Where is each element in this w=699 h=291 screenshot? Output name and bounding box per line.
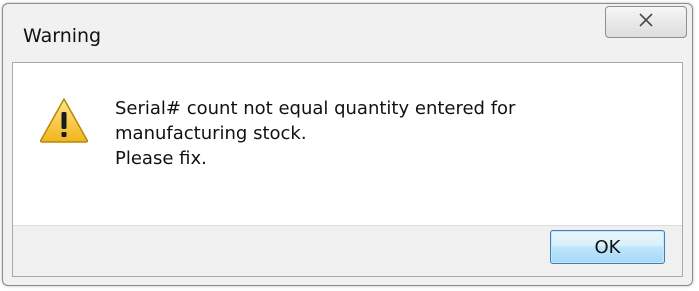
close-button[interactable] [605, 6, 687, 38]
message-area: Serial# count not equal quantity entered… [13, 63, 682, 225]
warning-dialog: Warning Serial# count not equal quantity… [2, 3, 693, 286]
close-x-icon [638, 12, 654, 32]
message-line-1: Serial# count not equal quantity entered… [115, 98, 516, 119]
footer-divider [13, 225, 682, 226]
dialog-body: Serial# count not equal quantity entered… [12, 62, 683, 277]
window-title: Warning [23, 25, 102, 47]
ok-button[interactable]: OK [550, 230, 665, 264]
message-line-3: Please fix. [115, 148, 207, 169]
title-bar[interactable]: Warning [3, 4, 692, 62]
message-text: Serial# count not equal quantity entered… [115, 96, 655, 171]
message-line-2: manufacturing stock. [115, 123, 307, 144]
warning-icon [38, 96, 90, 144]
